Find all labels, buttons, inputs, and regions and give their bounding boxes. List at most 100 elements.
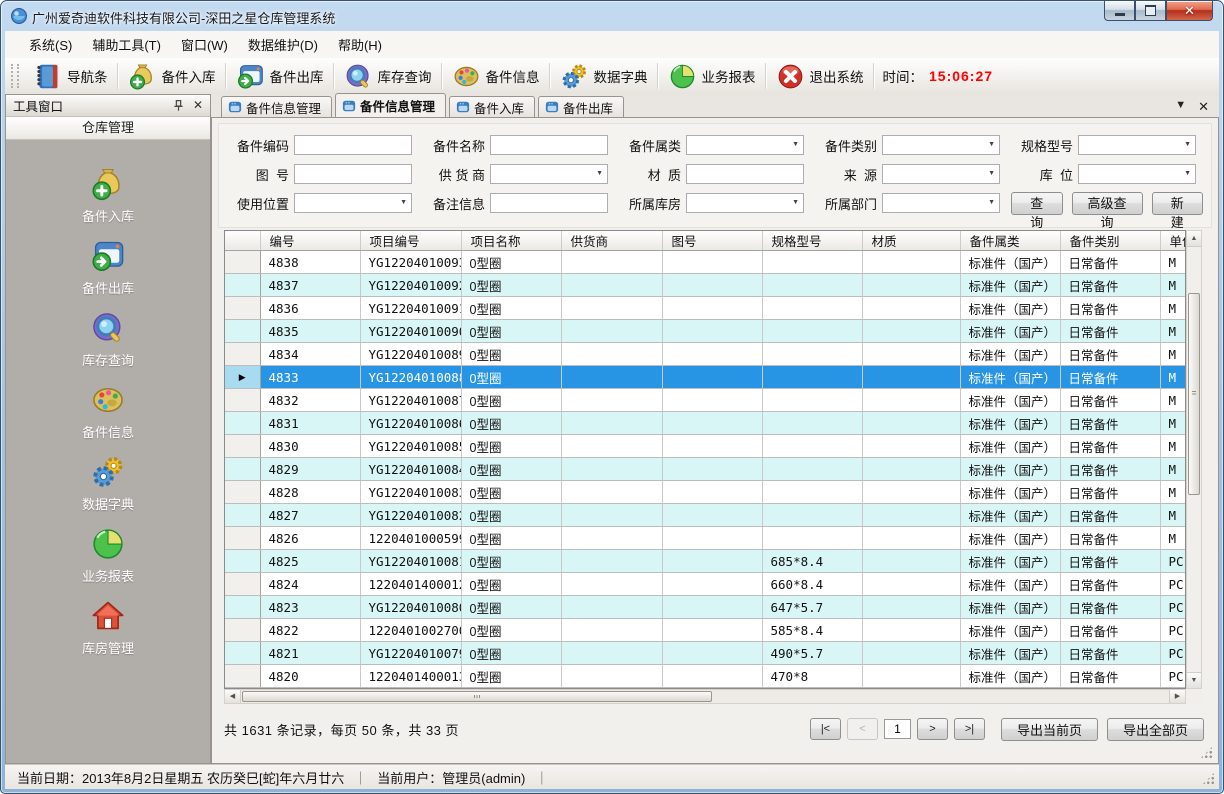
cell-drawing_no[interactable] [662, 320, 762, 343]
cell-id[interactable]: 4824 [260, 573, 360, 596]
cell-project_no[interactable]: YG12204010088 [360, 366, 461, 389]
cell-spec[interactable] [762, 435, 862, 458]
cell-material[interactable] [862, 619, 960, 642]
cell-drawing_no[interactable] [662, 527, 762, 550]
sidebar-item-warehouse-mgmt[interactable]: 库房管理 [82, 598, 134, 657]
row-selector-cell[interactable] [225, 481, 260, 504]
column-header[interactable]: 编号 [260, 231, 360, 251]
menu-window[interactable]: 窗口(W) [171, 31, 238, 58]
cell-supplier[interactable] [561, 596, 662, 619]
sidebar-item-stock-out[interactable]: 备件出库 [82, 238, 134, 297]
menu-aux-tools[interactable]: 辅助工具(T) [82, 31, 171, 58]
cell-project_no[interactable]: YG12204010081 [360, 550, 461, 573]
cell-material[interactable] [862, 596, 960, 619]
first-page-button[interactable]: |< [810, 718, 841, 740]
cell-category[interactable]: 标准件（国产） [960, 412, 1060, 435]
new-button[interactable]: 新建 [1152, 192, 1204, 215]
cell-spec[interactable] [762, 389, 862, 412]
cell-drawing_no[interactable] [662, 435, 762, 458]
cell-id[interactable]: 4821 [260, 642, 360, 665]
row-selector-cell[interactable] [225, 642, 260, 665]
cell-type[interactable]: 日常备件 [1060, 320, 1160, 343]
cell-supplier[interactable] [561, 297, 662, 320]
table-row[interactable]: 4828YG122040100830型圈标准件（国产）日常备件M [225, 481, 1186, 504]
cell-drawing_no[interactable] [662, 481, 762, 504]
cell-category[interactable]: 标准件（国产） [960, 343, 1060, 366]
row-selector-cell[interactable] [225, 297, 260, 320]
cell-material[interactable] [862, 481, 960, 504]
window-resize-grip[interactable] [1202, 772, 1215, 785]
cell-unit[interactable]: M [1160, 412, 1186, 435]
column-header[interactable]: 单位 [1160, 231, 1186, 251]
toolbar-button-business-report[interactable]: 业务报表 [661, 60, 763, 93]
cell-supplier[interactable] [561, 274, 662, 297]
cell-type[interactable]: 日常备件 [1060, 481, 1160, 504]
cell-supplier[interactable] [561, 642, 662, 665]
horizontal-scrollbar[interactable]: ◀ ▶ [224, 689, 1186, 704]
cell-project_no[interactable]: 1220401000599 [360, 527, 461, 550]
column-header[interactable]: 项目编号 [360, 231, 461, 251]
table-row[interactable]: 4829YG122040100840型圈标准件（国产）日常备件M [225, 458, 1186, 481]
cell-id[interactable]: 4828 [260, 481, 360, 504]
cell-category[interactable]: 标准件（国产） [960, 596, 1060, 619]
cell-supplier[interactable] [561, 412, 662, 435]
cell-drawing_no[interactable] [662, 504, 762, 527]
cell-material[interactable] [862, 458, 960, 481]
cell-material[interactable] [862, 251, 960, 274]
vertical-scrollbar[interactable]: ▲ ▼ [1186, 230, 1202, 689]
cell-supplier[interactable] [561, 504, 662, 527]
toolbar-button-inventory-query[interactable]: 库存查询 [337, 60, 439, 93]
cell-spec[interactable] [762, 412, 862, 435]
cell-category[interactable]: 标准件（国产） [960, 389, 1060, 412]
last-page-button[interactable]: >| [954, 718, 985, 740]
cell-project_no[interactable]: YG12204010091 [360, 297, 461, 320]
cell-project_name[interactable]: 0型圈 [461, 596, 561, 619]
cell-project_name[interactable]: 0型圈 [461, 389, 561, 412]
row-selector-cell[interactable] [225, 504, 260, 527]
export-current-page-button[interactable]: 导出当前页 [1001, 718, 1098, 741]
cell-material[interactable] [862, 642, 960, 665]
warehouse-select[interactable] [686, 193, 804, 213]
cell-drawing_no[interactable] [662, 550, 762, 573]
table-row[interactable]: 4837YG122040100920型圈标准件（国产）日常备件M [225, 274, 1186, 297]
tool-window-close-icon[interactable]: ✕ [193, 99, 203, 112]
tab-stock-out[interactable]: 备件出库 [538, 96, 624, 117]
cell-project_name[interactable]: 0型圈 [461, 550, 561, 573]
cell-material[interactable] [862, 504, 960, 527]
column-header[interactable]: 供货商 [561, 231, 662, 251]
cell-project_name[interactable]: 0型圈 [461, 642, 561, 665]
cell-project_no[interactable]: YG12204010090 [360, 320, 461, 343]
material-input[interactable] [686, 164, 804, 184]
cell-id[interactable]: 4825 [260, 550, 360, 573]
prev-page-button[interactable]: < [847, 718, 878, 740]
cell-project_name[interactable]: 0型圈 [461, 274, 561, 297]
cell-material[interactable] [862, 343, 960, 366]
table-row[interactable]: 4823YG122040100800型圈647*5.7标准件（国产）日常备件PC [225, 596, 1186, 619]
cell-drawing_no[interactable] [662, 619, 762, 642]
cell-unit[interactable]: M [1160, 274, 1186, 297]
cell-unit[interactable]: M [1160, 389, 1186, 412]
cell-category[interactable]: 标准件（国产） [960, 320, 1060, 343]
cell-category[interactable]: 标准件（国产） [960, 619, 1060, 642]
cell-project_name[interactable]: 0型圈 [461, 366, 561, 389]
cell-supplier[interactable] [561, 389, 662, 412]
cell-material[interactable] [862, 412, 960, 435]
row-selector-cell[interactable] [225, 573, 260, 596]
cell-category[interactable]: 标准件（国产） [960, 297, 1060, 320]
cell-type[interactable]: 日常备件 [1060, 573, 1160, 596]
cell-project_no[interactable]: YG12204010086 [360, 412, 461, 435]
cell-type[interactable]: 日常备件 [1060, 596, 1160, 619]
part-type-select[interactable] [882, 135, 1000, 155]
cell-project_no[interactable]: 1220401002700 [360, 619, 461, 642]
advanced-query-button[interactable]: 高级查询 [1072, 192, 1143, 215]
cell-material[interactable] [862, 297, 960, 320]
toolbar-button-nav-bar[interactable]: 导航条 [26, 60, 115, 93]
table-row[interactable]: 4827YG122040100820型圈标准件（国产）日常备件M [225, 504, 1186, 527]
resize-grip[interactable] [1200, 746, 1213, 759]
cell-type[interactable]: 日常备件 [1060, 458, 1160, 481]
scroll-up-icon[interactable]: ▲ [1187, 231, 1201, 247]
column-header[interactable]: 备件属类 [960, 231, 1060, 251]
row-selector-cell[interactable] [225, 665, 260, 688]
cell-supplier[interactable] [561, 320, 662, 343]
cell-supplier[interactable] [561, 366, 662, 389]
